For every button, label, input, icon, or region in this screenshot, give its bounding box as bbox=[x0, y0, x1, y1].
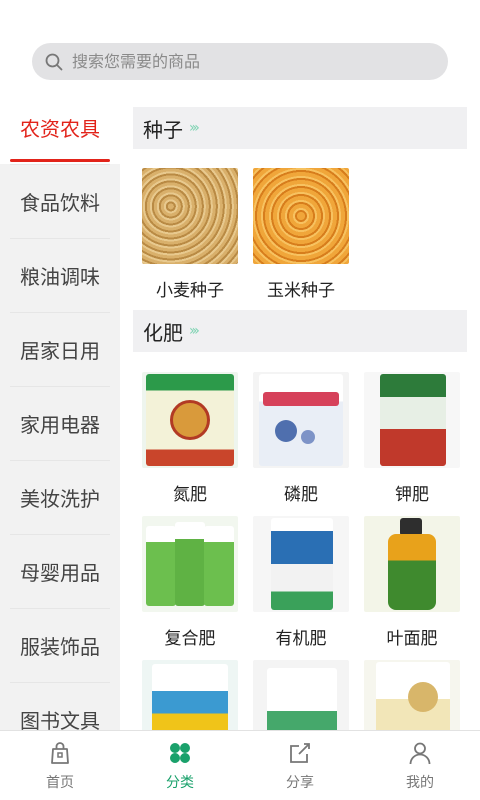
product-name: 磷肥 bbox=[284, 485, 318, 505]
category-content: 种子 ››› 小麦种子 玉米种子 化肥 ››› 氮肥 磷肥 钾肥 复合肥 有机肥… bbox=[120, 96, 480, 730]
nav-profile[interactable]: 我的 bbox=[360, 731, 480, 800]
product-name: 有机肥 bbox=[275, 629, 327, 649]
bottom-nav: 首页 分类 分享 我的 bbox=[0, 730, 480, 800]
product-potash-fertilizer[interactable]: 钾肥 bbox=[364, 372, 460, 505]
product-name: 玉米种子 bbox=[267, 281, 335, 301]
product-phosphate-fertilizer[interactable]: 磷肥 bbox=[253, 372, 349, 505]
nav-label: 分享 bbox=[286, 774, 314, 791]
product-image bbox=[364, 660, 460, 730]
nav-share[interactable]: 分享 bbox=[240, 731, 360, 800]
sidebar-item-food[interactable]: 食品饮料 bbox=[0, 164, 120, 238]
category-header-seeds: 种子 ››› bbox=[133, 107, 467, 149]
sidebar-item-beauty[interactable]: 美妆洗护 bbox=[0, 460, 120, 534]
home-bag-icon bbox=[47, 740, 73, 766]
product-image bbox=[253, 372, 349, 468]
product-corn-seed[interactable]: 玉米种子 bbox=[253, 168, 349, 301]
nav-home[interactable]: 首页 bbox=[0, 731, 120, 800]
search-header bbox=[0, 0, 480, 96]
product-fertilizer-8[interactable] bbox=[253, 660, 349, 730]
product-fertilizer-7[interactable] bbox=[142, 660, 238, 730]
product-organic-fertilizer[interactable]: 有机肥 bbox=[253, 516, 349, 649]
product-fertilizer-9[interactable] bbox=[364, 660, 460, 730]
nav-category[interactable]: 分类 bbox=[120, 731, 240, 800]
product-image bbox=[142, 372, 238, 468]
category-title: 化肥 bbox=[143, 320, 183, 345]
clover-icon bbox=[167, 740, 193, 766]
chevrons-icon: ››› bbox=[189, 120, 200, 136]
product-foliar-fertilizer[interactable]: 叶面肥 bbox=[364, 516, 460, 649]
product-name: 叶面肥 bbox=[386, 629, 438, 649]
user-icon bbox=[407, 740, 433, 766]
sidebar-item-clothing[interactable]: 服装饰品 bbox=[0, 608, 120, 682]
share-icon bbox=[287, 740, 313, 766]
product-image bbox=[364, 516, 460, 612]
nav-label: 首页 bbox=[46, 774, 74, 791]
search-bar[interactable] bbox=[32, 43, 448, 80]
product-nitrogen-fertilizer[interactable]: 氮肥 bbox=[142, 372, 238, 505]
product-image bbox=[142, 660, 238, 730]
sidebar-item-baby[interactable]: 母婴用品 bbox=[0, 534, 120, 608]
product-image bbox=[142, 168, 238, 264]
sidebar-item-grain-oil[interactable]: 粮油调味 bbox=[0, 238, 120, 312]
product-image bbox=[364, 372, 460, 468]
product-name: 钾肥 bbox=[395, 485, 429, 505]
product-wheat-seed[interactable]: 小麦种子 bbox=[142, 168, 238, 301]
product-name: 小麦种子 bbox=[156, 281, 224, 301]
product-compound-fertilizer[interactable]: 复合肥 bbox=[142, 516, 238, 649]
sidebar-item-books[interactable]: 图书文具 bbox=[0, 682, 120, 730]
nav-label: 分类 bbox=[166, 774, 194, 791]
sidebar-item-appliances[interactable]: 家用电器 bbox=[0, 386, 120, 460]
search-input[interactable] bbox=[72, 52, 412, 71]
product-name: 复合肥 bbox=[164, 629, 216, 649]
search-icon bbox=[44, 52, 64, 72]
product-image bbox=[142, 516, 238, 612]
product-image bbox=[253, 660, 349, 730]
category-title: 种子 bbox=[143, 117, 183, 142]
sidebar-item-household[interactable]: 居家日用 bbox=[0, 312, 120, 386]
product-image bbox=[253, 168, 349, 264]
product-image bbox=[253, 516, 349, 612]
category-header-fertilizer: 化肥 ››› bbox=[133, 310, 467, 352]
chevrons-icon: ››› bbox=[189, 323, 200, 339]
nav-label: 我的 bbox=[406, 774, 434, 791]
product-name: 氮肥 bbox=[173, 485, 207, 505]
category-sidebar: 农资农具 食品饮料 粮油调味 居家日用 家用电器 美妆洗护 母婴用品 服装饰品 … bbox=[0, 90, 120, 730]
sidebar-item-agri[interactable]: 农资农具 bbox=[0, 90, 120, 164]
